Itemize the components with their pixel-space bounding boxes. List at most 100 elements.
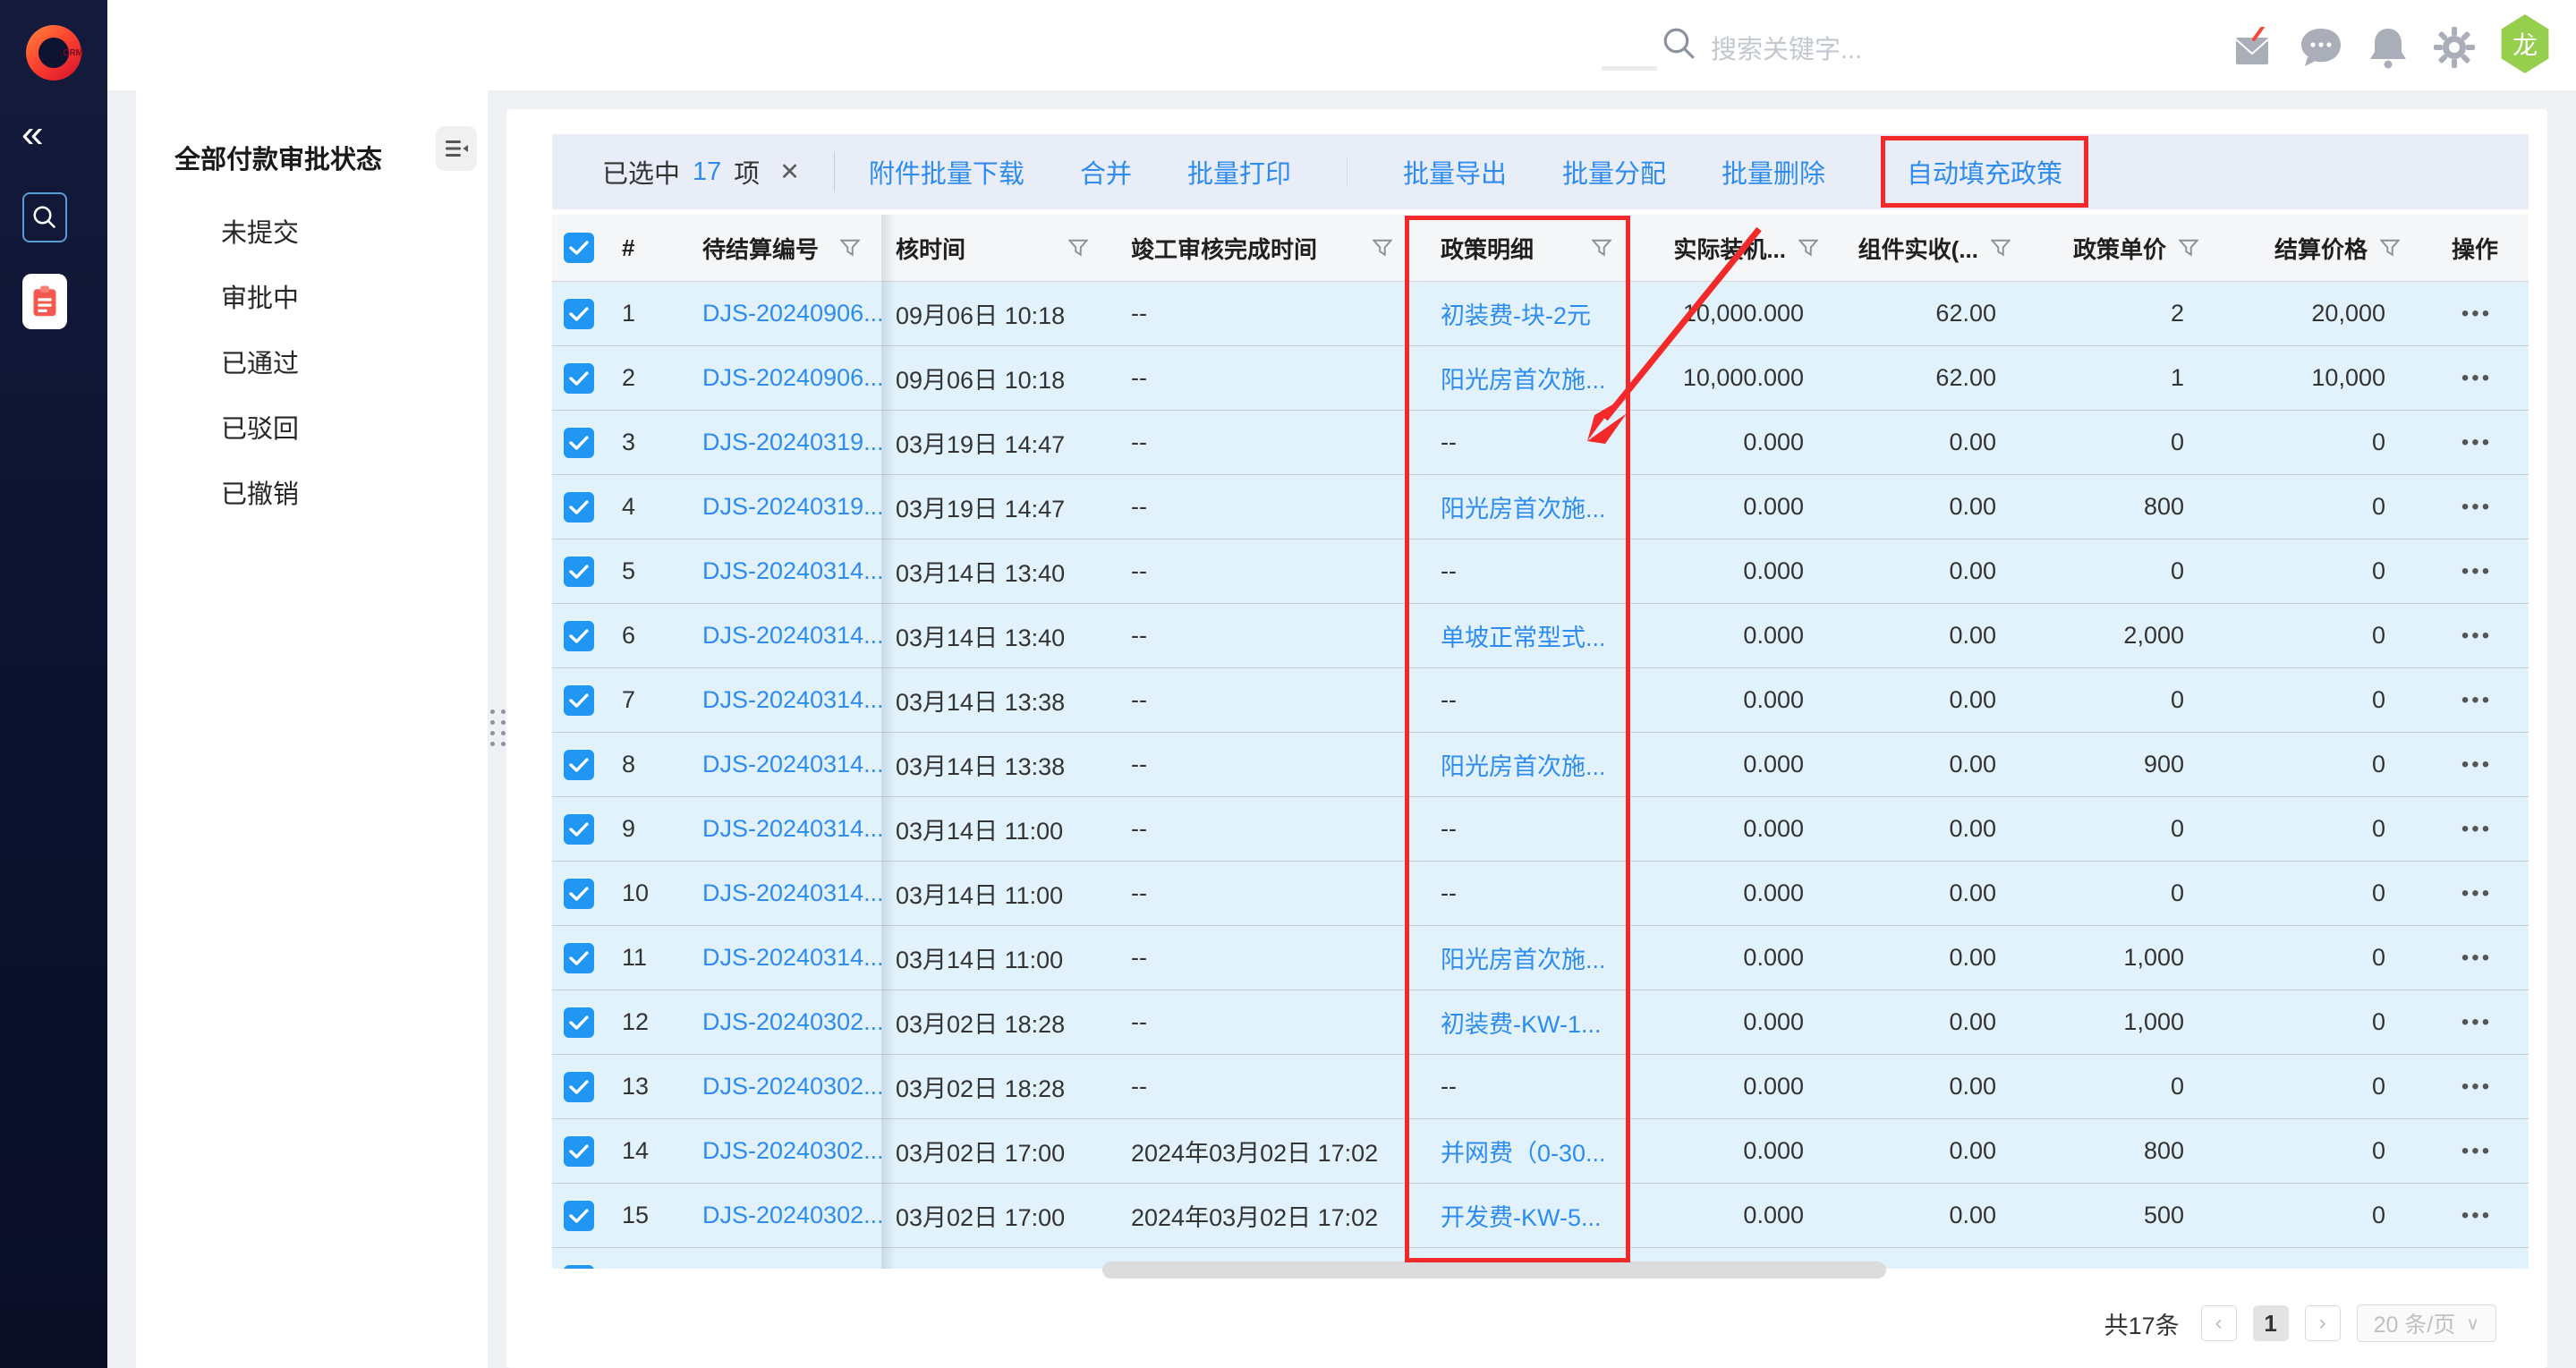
row-checkbox[interactable] <box>564 1072 594 1102</box>
filter-icon[interactable] <box>1373 239 1392 257</box>
row-checkbox[interactable] <box>564 1136 594 1167</box>
settlement-code-link[interactable]: DJS-20240314... <box>702 622 881 650</box>
row-actions-button[interactable]: ••• <box>2425 926 2529 990</box>
row-checkbox[interactable] <box>564 685 594 716</box>
row-checkbox[interactable] <box>564 621 594 651</box>
row-checkbox[interactable] <box>564 943 594 973</box>
row-actions-button[interactable]: ••• <box>2425 990 2529 1054</box>
filter-icon[interactable] <box>1592 239 1611 257</box>
policy-link[interactable]: 阳光房首次施... <box>1441 489 1606 524</box>
settlement-code-link[interactable]: DJS-20240314... <box>702 815 881 843</box>
row-checkbox[interactable] <box>564 428 594 458</box>
policy-link[interactable]: 单坡正常型式... <box>1441 618 1606 653</box>
settlement-code-link[interactable]: DJS-20240302... <box>702 1073 881 1100</box>
user-avatar[interactable]: 龙 <box>2498 14 2552 73</box>
row-checkbox[interactable] <box>564 1007 594 1038</box>
panel-resize-handle[interactable] <box>490 709 506 746</box>
settlement-code-link[interactable]: DJS-20240314... <box>702 557 881 585</box>
filter-icon[interactable] <box>2179 239 2198 257</box>
row-actions-button[interactable]: ••• <box>2425 733 2529 796</box>
row-actions-button[interactable]: ••• <box>2425 475 2529 539</box>
search-icon[interactable] <box>1661 25 1698 63</box>
settlement-code-link[interactable]: DJS-20240302... <box>702 1266 881 1269</box>
row-actions-button[interactable]: ••• <box>2425 540 2529 603</box>
select-all-checkbox[interactable] <box>564 233 594 263</box>
prev-page-button[interactable]: ‹ <box>2201 1305 2237 1341</box>
audit-time-cell: 09月06日 10:18 <box>881 282 1109 345</box>
settlement-code-link[interactable]: DJS-20240302... <box>702 1202 881 1229</box>
policy-link[interactable]: 开发费-KW-5... <box>1441 1198 1602 1233</box>
sidebar-item-已驳回[interactable]: 已驳回 <box>136 397 488 463</box>
settlement-code-link[interactable]: DJS-20240314... <box>702 879 881 907</box>
settlement-code-link[interactable]: DJS-20240314... <box>702 686 881 714</box>
row-actions-button[interactable]: ••• <box>2425 604 2529 667</box>
sidebar-item-审批中[interactable]: 审批中 <box>136 267 488 332</box>
filter-icon[interactable] <box>840 239 860 257</box>
settlement-code-link[interactable]: DJS-20240906... <box>702 364 881 392</box>
row-checkbox[interactable] <box>564 1265 594 1270</box>
toolbar-action-附件批量下载[interactable]: 附件批量下载 <box>869 153 1024 191</box>
column-header-checkbox[interactable] <box>552 215 606 281</box>
panel-collapse-button[interactable] <box>436 126 477 171</box>
policy-link[interactable]: 阳光房首次施... <box>1441 361 1606 395</box>
filter-icon[interactable] <box>1798 239 1818 257</box>
brand-logo-icon[interactable]: CRM <box>26 25 81 81</box>
global-search-input[interactable]: 搜索关键字... <box>1711 29 1862 66</box>
clear-selection-icon[interactable]: ✕ <box>779 158 800 186</box>
row-checkbox[interactable] <box>564 557 594 587</box>
settlement-code-link[interactable]: DJS-20240302... <box>702 1008 881 1036</box>
policy-link[interactable]: 并网费（0-30... <box>1441 1134 1606 1168</box>
settlement-code-link[interactable]: DJS-20240319... <box>702 429 881 456</box>
unit-price-cell: 0 <box>2036 797 2223 861</box>
policy-link[interactable]: 初装费-KW-1... <box>1441 1005 1602 1040</box>
row-actions-button[interactable]: ••• <box>2425 1119 2529 1183</box>
row-checkbox[interactable] <box>564 363 594 394</box>
current-page-button[interactable]: 1 <box>2253 1305 2289 1341</box>
mail-icon[interactable] <box>2232 27 2277 70</box>
toolbar-action-自动填充政策[interactable]: 自动填充政策 <box>1881 136 2088 208</box>
settlement-code-link[interactable]: DJS-20240314... <box>702 944 881 972</box>
settlement-code-link[interactable]: DJS-20240314... <box>702 751 881 778</box>
policy-link[interactable]: 阳光房首次施... <box>1441 747 1606 782</box>
filter-icon[interactable] <box>1991 239 2011 257</box>
row-checkbox[interactable] <box>564 492 594 523</box>
toolbar-action-批量分配[interactable]: 批量分配 <box>1562 153 1666 191</box>
row-checkbox[interactable] <box>564 750 594 780</box>
sidebar-item-未提交[interactable]: 未提交 <box>136 201 488 267</box>
row-actions-button[interactable]: ••• <box>2425 1055 2529 1118</box>
settlement-code-link[interactable]: DJS-20240319... <box>702 493 881 521</box>
chat-icon[interactable] <box>2300 27 2342 68</box>
row-actions-button[interactable]: ••• <box>2425 346 2529 410</box>
row-checkbox[interactable] <box>564 1201 594 1231</box>
next-page-button[interactable]: › <box>2305 1305 2341 1341</box>
horizontal-scrollbar[interactable] <box>1102 1262 1886 1279</box>
toolbar-action-批量导出[interactable]: 批量导出 <box>1403 153 1507 191</box>
collapse-sidebar-icon[interactable]: « <box>21 115 43 154</box>
row-actions-button[interactable]: ••• <box>2425 668 2529 732</box>
gear-icon[interactable] <box>2434 27 2475 68</box>
settlement-code-link[interactable]: DJS-20240302... <box>702 1137 881 1165</box>
row-actions-button[interactable]: ••• <box>2425 411 2529 474</box>
row-actions-button[interactable]: ••• <box>2425 862 2529 925</box>
policy-link[interactable]: 阳光房首次施... <box>1441 940 1606 975</box>
toolbar-action-批量删除[interactable]: 批量删除 <box>1722 153 1825 191</box>
sidebar-search-button[interactable] <box>22 192 67 242</box>
bell-icon[interactable] <box>2368 27 2409 70</box>
row-checkbox[interactable] <box>564 299 594 329</box>
toolbar-action-合并[interactable]: 合并 <box>1080 153 1132 191</box>
sidebar-report-button[interactable] <box>22 274 67 329</box>
filter-icon[interactable] <box>1068 239 1088 257</box>
row-actions-button[interactable]: ••• <box>2425 797 2529 861</box>
page-size-select[interactable]: 20 条/页 ∨ <box>2357 1304 2496 1342</box>
sidebar-item-已撤销[interactable]: 已撤销 <box>136 463 488 528</box>
row-actions-button[interactable]: ••• <box>2425 1248 2529 1269</box>
policy-link[interactable]: 初装费-块-2元 <box>1441 296 1591 331</box>
row-actions-button[interactable]: ••• <box>2425 282 2529 345</box>
settlement-code-link[interactable]: DJS-20240906... <box>702 300 881 327</box>
row-actions-button[interactable]: ••• <box>2425 1184 2529 1247</box>
toolbar-action-批量打印[interactable]: 批量打印 <box>1187 153 1291 191</box>
filter-icon[interactable] <box>2380 239 2400 257</box>
sidebar-item-已通过[interactable]: 已通过 <box>136 332 488 397</box>
row-checkbox[interactable] <box>564 879 594 909</box>
row-checkbox[interactable] <box>564 814 594 845</box>
